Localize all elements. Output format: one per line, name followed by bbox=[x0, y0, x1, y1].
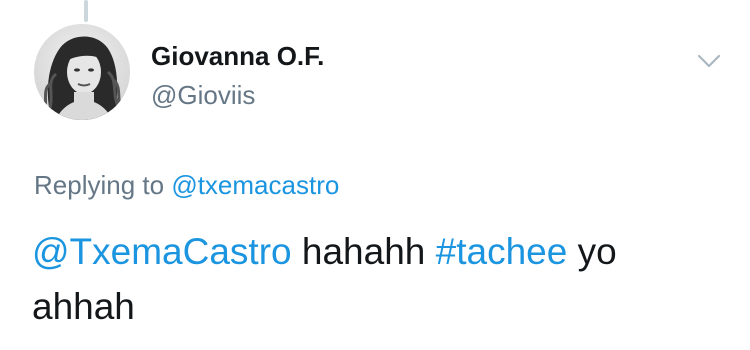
tweet-text-part1: hahahh bbox=[301, 231, 426, 272]
author-handle[interactable]: @Gioviis bbox=[151, 80, 255, 110]
reply-context-prefix: Replying to bbox=[34, 170, 165, 200]
chevron-down-icon bbox=[697, 54, 721, 68]
avatar[interactable] bbox=[34, 24, 130, 120]
tweet-text: @TxemaCastro hahahh #tachee yo ahhah bbox=[32, 224, 722, 334]
reply-context-mention-link[interactable]: @txemacastro bbox=[171, 170, 339, 200]
author-display-name[interactable]: Giovanna O.F. bbox=[151, 41, 324, 71]
tweet-options-caret[interactable] bbox=[694, 46, 724, 76]
profile-photo-icon bbox=[34, 24, 130, 120]
tweet-mention-link[interactable]: @TxemaCastro bbox=[32, 231, 292, 272]
tweet-hashtag-link[interactable]: #tachee bbox=[436, 231, 568, 272]
reply-context: Replying to @txemacastro bbox=[34, 169, 339, 201]
thread-connector-line bbox=[84, 0, 88, 22]
